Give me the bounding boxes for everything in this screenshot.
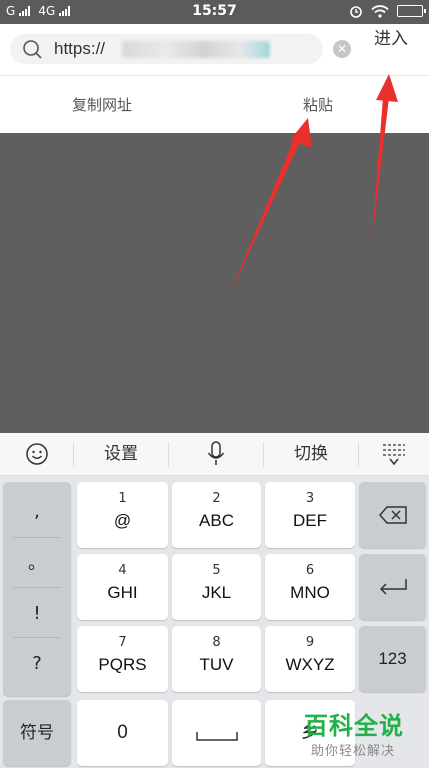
key-number: 1 bbox=[118, 491, 127, 506]
backspace-key[interactable] bbox=[359, 482, 426, 548]
watermark-subtitle: 助你轻松解决 bbox=[311, 744, 396, 759]
punct-comma-key[interactable]: , bbox=[3, 487, 71, 537]
alarm-icon bbox=[350, 6, 362, 18]
number-switch-key[interactable]: 123 bbox=[359, 626, 426, 692]
copy-url-button[interactable]: 复制网址 bbox=[72, 94, 132, 115]
zero-label: 0 bbox=[117, 722, 128, 743]
key-letters: JKL bbox=[201, 583, 232, 602]
wifi-icon bbox=[371, 4, 389, 18]
switch-button[interactable]: 切换 bbox=[264, 433, 358, 476]
url-text: https:// bbox=[54, 39, 106, 58]
url-input[interactable]: https:// bbox=[10, 34, 323, 64]
key-6[interactable]: 6 MNO bbox=[265, 554, 355, 620]
search-icon bbox=[23, 40, 42, 59]
key-2[interactable]: 2 ABC bbox=[172, 482, 261, 548]
key-number: 2 bbox=[212, 491, 221, 506]
key-9[interactable]: 9 WXYZ bbox=[265, 626, 355, 692]
punct-question-key[interactable]: ? bbox=[3, 639, 71, 689]
keyboard-settings-button[interactable]: 设置 bbox=[74, 433, 168, 476]
space-icon bbox=[195, 732, 238, 741]
return-icon bbox=[379, 579, 407, 595]
key-letters: GHI bbox=[107, 583, 138, 602]
key-number: 3 bbox=[305, 491, 315, 506]
number-switch-label: 123 bbox=[378, 649, 407, 668]
key-number: 8 bbox=[212, 635, 221, 650]
key-number: 7 bbox=[118, 635, 127, 650]
key-letters: DEF bbox=[293, 511, 327, 530]
key-number: 4 bbox=[118, 563, 127, 578]
address-bar: https:// ✕ 进入 bbox=[0, 24, 429, 76]
status-bar: G 4G 15:57 bbox=[0, 0, 429, 24]
key-number: 6 bbox=[305, 563, 315, 578]
battery-icon bbox=[397, 5, 426, 17]
microphone-icon[interactable] bbox=[169, 433, 263, 476]
key-8[interactable]: 8 TUV bbox=[172, 626, 261, 692]
key-7[interactable]: 7 PQRS bbox=[77, 626, 168, 692]
key-letters: ABC bbox=[199, 511, 234, 530]
keyboard-toolbar: 设置 切换 bbox=[0, 433, 429, 476]
punct-period-key[interactable]: 。 bbox=[3, 539, 71, 589]
space-key[interactable] bbox=[172, 700, 261, 766]
clear-icon[interactable]: ✕ bbox=[333, 40, 351, 58]
key-3[interactable]: 3 DEF bbox=[265, 482, 355, 548]
smiley-icon[interactable] bbox=[0, 433, 73, 476]
key-letters: @ bbox=[113, 511, 132, 530]
symbols-key[interactable]: 符号 bbox=[3, 700, 71, 766]
key-number: 9 bbox=[305, 635, 315, 650]
url-redacted bbox=[122, 41, 270, 58]
key-4[interactable]: 4 GHI bbox=[77, 554, 168, 620]
key-letters: MNO bbox=[290, 583, 330, 602]
page-overlay bbox=[0, 133, 429, 433]
backspace-icon bbox=[378, 506, 407, 524]
key-letters: PQRS bbox=[98, 655, 147, 674]
watermark-logo: 百科全说 助你轻松解决 bbox=[296, 704, 429, 768]
enter-key[interactable] bbox=[359, 554, 426, 620]
punctuation-column: , 。 ! ? bbox=[3, 482, 71, 696]
symbols-label: 符号 bbox=[20, 723, 54, 743]
punct-exclaim-key[interactable]: ! bbox=[3, 589, 71, 639]
key-1[interactable]: 1 @ bbox=[77, 482, 168, 548]
paste-bar: 复制网址 粘贴 bbox=[0, 76, 429, 133]
key-5[interactable]: 5 JKL bbox=[172, 554, 261, 620]
watermark-title: 百科全说 bbox=[304, 712, 404, 740]
enter-button[interactable]: 进入 bbox=[372, 28, 410, 50]
key-number: 5 bbox=[212, 563, 221, 578]
key-letters: TUV bbox=[199, 655, 234, 674]
key-letters: WXYZ bbox=[285, 655, 335, 674]
paste-button[interactable]: 粘贴 bbox=[303, 94, 333, 115]
keyboard-collapse-icon[interactable] bbox=[359, 433, 429, 476]
key-0[interactable]: 0 bbox=[77, 700, 168, 766]
